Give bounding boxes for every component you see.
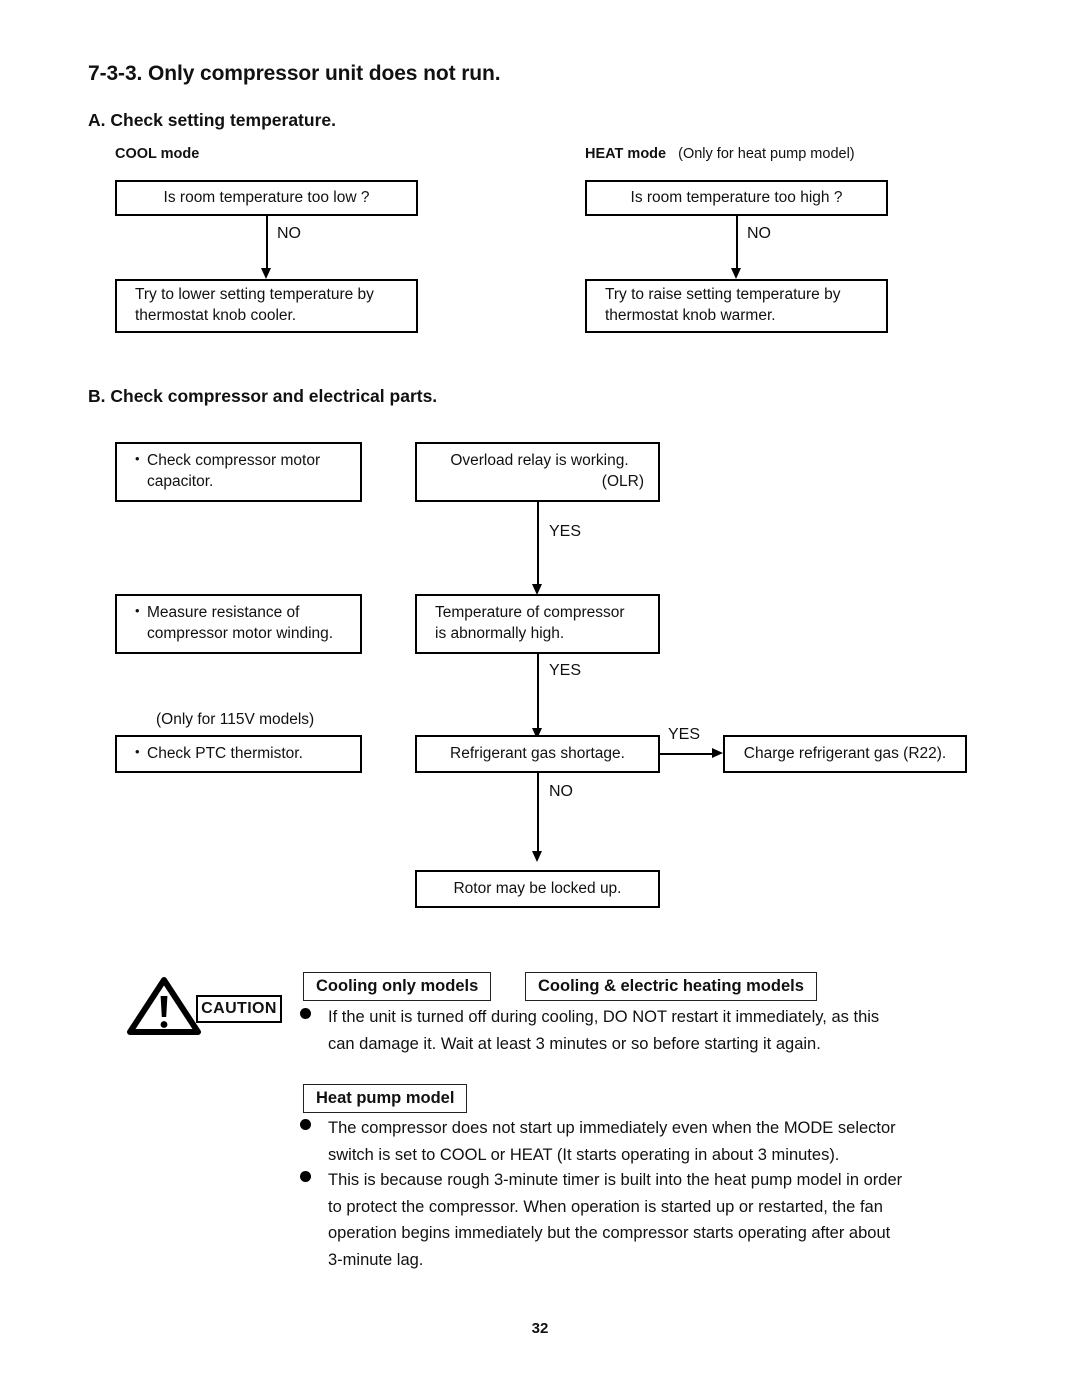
caution-note-cooling-line-2: can damage it. Wait at least 3 minutes o… (328, 1034, 821, 1053)
temperature-line-1: Temperature of compressor (435, 604, 625, 622)
rotor-text: Rotor may be locked up. (453, 879, 622, 897)
heat-action-line-2: thermostat knob warmer. (605, 307, 776, 324)
tag-cooling-electric: Cooling & electric heating models (525, 972, 817, 1001)
cool-connector-arrow (261, 268, 271, 279)
caution-label-text: CAUTION (201, 1000, 277, 1017)
caution-note-heatpump-1: The compressor does not start up immedia… (300, 1115, 990, 1168)
check-ptc-box: Check PTC thermistor. (115, 735, 362, 773)
check-capacitor-box: Check compressor motor capacitor. (115, 442, 362, 502)
olr-box: Overload relay is working. (OLR) (415, 442, 660, 502)
check-capacitor-line-2: capacitor. (147, 473, 214, 490)
heat-mode-note: (Only for heat pump model) (678, 146, 855, 162)
tag-cooling-only-text: Cooling only models (316, 977, 479, 995)
temperature-box: Temperature of compressor is abnormally … (415, 594, 660, 654)
bullet-dot-icon (300, 1119, 311, 1130)
page-number: 32 (531, 1320, 549, 1337)
manual-page: 7-3-3. Only compressor unit does not run… (0, 0, 1080, 1397)
bullet-dot-icon (300, 1171, 311, 1182)
heat-question-box: Is room temperature too high ? (585, 180, 888, 216)
check-winding-box: Measure resistance of compressor motor w… (115, 594, 362, 654)
tag-cooling-electric-text: Cooling & electric heating models (538, 977, 804, 995)
olr-line-1: Overload relay is working. (450, 452, 629, 470)
temperature-line-2: is abnormally high. (435, 625, 565, 642)
caution-note-heatpump-2: This is because rough 3-minute timer is … (300, 1167, 990, 1274)
cool-action-line-1: Try to lower setting temperature by (135, 286, 374, 304)
caution-note-heatpump-2-line-4: 3-minute lag. (328, 1251, 424, 1270)
section-b-heading: B. Check compressor and electrical parts… (88, 386, 438, 406)
olr-line-2: (OLR) (601, 473, 644, 490)
page-title: 7-3-3. Only compressor unit does not run… (88, 62, 501, 85)
check-winding-line-1: Measure resistance of (135, 602, 346, 624)
cool-question-box: Is room temperature too low ? (115, 180, 418, 216)
temperature-connector-line (537, 654, 539, 734)
tag-cooling-only: Cooling only models (303, 972, 492, 1001)
heat-connector-line (736, 216, 738, 272)
tag-heat-pump-text: Heat pump model (316, 1089, 455, 1107)
heat-mode-text: HEAT mode (585, 146, 667, 162)
temperature-yes-label: YES (549, 662, 582, 679)
caution-label-box: CAUTION (196, 995, 282, 1023)
heat-action-box: Try to raise setting temperature by ther… (585, 279, 888, 333)
check-winding-line-2: compressor motor winding. (147, 625, 334, 642)
heat-action-line-1: Try to raise setting temperature by (605, 286, 841, 304)
cool-action-box: Try to lower setting temperature by ther… (115, 279, 418, 333)
rotor-box: Rotor may be locked up. (415, 870, 660, 908)
cool-connector-line (266, 216, 268, 272)
tag-heat-pump: Heat pump model (303, 1084, 468, 1113)
gas-no-label: NO (549, 783, 573, 800)
caution-note-heatpump-2-line-1: This is because rough 3-minute timer is … (328, 1171, 903, 1189)
caution-note-cooling-line-1: If the unit is turned off during cooling… (328, 1008, 880, 1026)
gas-shortage-box: Refrigerant gas shortage. (415, 735, 660, 773)
caution-note-heatpump-2-line-2: to protect the compressor. When operatio… (328, 1197, 883, 1216)
check-capacitor-line-1: Check compressor motor (135, 450, 346, 472)
cool-action-line-2: thermostat knob cooler. (135, 307, 297, 324)
caution-note-heatpump-1-line-2: switch is set to COOL or HEAT (It starts… (328, 1145, 840, 1164)
heat-mode-label: HEAT mode (Only for heat pump model) (585, 146, 855, 162)
caution-note-cooling: If the unit is turned off during cooling… (300, 1004, 980, 1057)
section-a-heading: A. Check setting temperature. (88, 110, 336, 130)
gas-no-connector-arrow (532, 851, 542, 862)
gas-no-connector-line (537, 773, 539, 855)
charge-gas-box: Charge refrigerant gas (R22). (723, 735, 967, 773)
heat-question-text: Is room temperature too high ? (630, 188, 843, 206)
gas-yes-connector-arrow (712, 748, 723, 758)
warning-triangle-icon (127, 977, 201, 1035)
heat-branch-label: NO (747, 225, 771, 242)
gas-yes-label: YES (668, 726, 701, 743)
caution-note-heatpump-2-line-3: operation begins immediately but the com… (328, 1224, 891, 1243)
gas-yes-connector-line (660, 753, 716, 755)
olr-yes-label: YES (549, 523, 582, 540)
check-ptc-line-1: Check PTC thermistor. (135, 743, 346, 765)
cool-branch-label: NO (277, 225, 301, 242)
gas-shortage-text: Refrigerant gas shortage. (450, 744, 625, 762)
bullet-dot-icon (300, 1008, 311, 1019)
charge-gas-text: Charge refrigerant gas (R22). (743, 744, 947, 762)
ptc-note-label: (Only for 115V models) (156, 711, 315, 728)
cool-mode-label: COOL mode (115, 146, 200, 162)
caution-note-heatpump-1-line-1: The compressor does not start up immedia… (328, 1119, 896, 1137)
olr-connector-line (537, 502, 539, 588)
heat-connector-arrow (731, 268, 741, 279)
cool-question-text: Is room temperature too low ? (163, 188, 370, 206)
